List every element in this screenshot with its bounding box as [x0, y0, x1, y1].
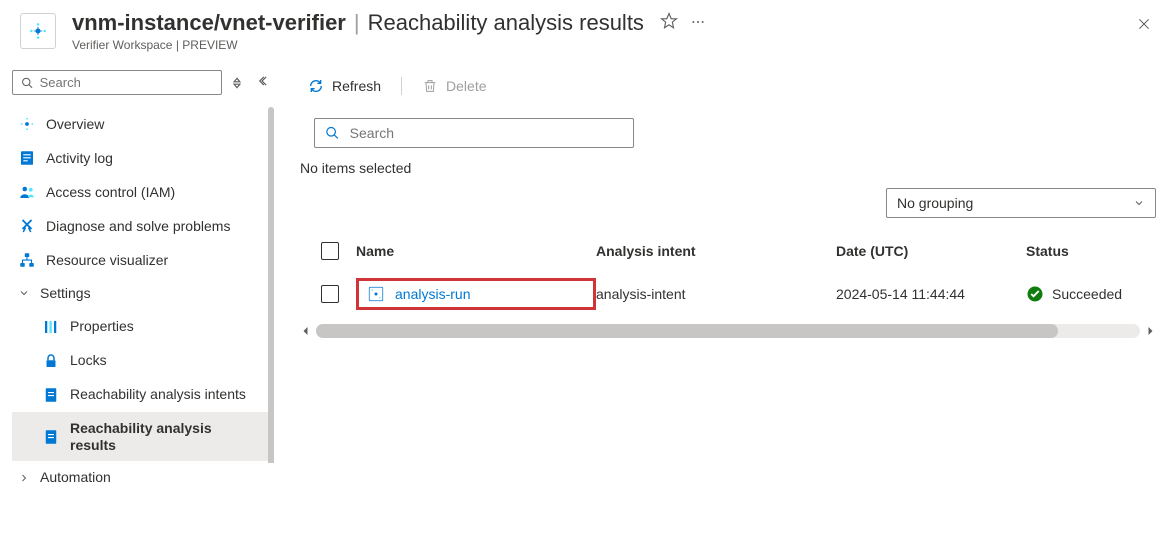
- scroll-right-icon[interactable]: [1144, 325, 1156, 337]
- col-header-intent[interactable]: Analysis intent: [596, 243, 836, 259]
- table-search-input[interactable]: [314, 118, 634, 148]
- lock-icon: [42, 352, 60, 370]
- delete-icon: [422, 78, 438, 94]
- search-icon: [21, 76, 34, 90]
- analysis-run-link[interactable]: analysis-run: [395, 286, 470, 302]
- title-resource-path: vnm-instance/vnet-verifier: [72, 10, 346, 36]
- sidebar-item-label: Reachability analysis intents: [70, 386, 260, 403]
- toolbar-separator: [401, 77, 402, 95]
- search-icon: [325, 125, 340, 141]
- cell-date: 2024-05-14 11:44:44: [836, 286, 1026, 302]
- refresh-icon: [308, 78, 324, 94]
- diagnose-icon: [18, 217, 36, 235]
- more-actions-icon[interactable]: [690, 10, 706, 36]
- scrollbar-thumb[interactable]: [316, 324, 1058, 338]
- selection-status: No items selected: [300, 160, 1156, 176]
- page-subtitle: Verifier Workspace | PREVIEW: [72, 38, 1152, 52]
- results-icon: [42, 428, 60, 446]
- sidebar-group-settings[interactable]: Settings: [12, 277, 272, 310]
- close-blade-icon[interactable]: [1136, 16, 1152, 35]
- chevron-right-icon: [18, 472, 30, 484]
- reorder-icon[interactable]: [230, 74, 248, 92]
- sidebar-item-label: Settings: [40, 285, 260, 302]
- sidebar-item-label: Overview: [46, 116, 260, 133]
- sidebar-item-activity-log[interactable]: Activity log: [12, 141, 272, 175]
- cell-intent: analysis-intent: [596, 286, 836, 302]
- resource-visualizer-icon: [18, 251, 36, 269]
- refresh-label: Refresh: [332, 78, 381, 94]
- sidebar-item-label: Access control (IAM): [46, 184, 260, 201]
- sidebar-item-locks[interactable]: Locks: [12, 344, 272, 378]
- title-page-name: Reachability analysis results: [368, 10, 644, 36]
- cell-status: Succeeded: [1052, 286, 1122, 302]
- sidebar-item-resource-visualizer[interactable]: Resource visualizer: [12, 243, 272, 277]
- select-all-checkbox[interactable]: [321, 242, 339, 260]
- scroll-left-icon[interactable]: [300, 325, 312, 337]
- sidebar-item-reachability-results[interactable]: Reachability analysis results: [12, 412, 272, 462]
- sidebar-item-label: Properties: [70, 318, 260, 335]
- chevron-down-icon: [1133, 197, 1145, 209]
- analysis-run-icon: [367, 285, 385, 303]
- col-header-name[interactable]: Name: [356, 243, 596, 259]
- collapse-sidebar-icon[interactable]: [258, 74, 272, 91]
- sidebar-search-input[interactable]: [12, 70, 222, 95]
- col-header-date[interactable]: Date (UTC): [836, 243, 1026, 259]
- intents-icon: [42, 386, 60, 404]
- favorite-star-icon[interactable]: [660, 10, 678, 36]
- properties-icon: [42, 318, 60, 336]
- sidebar-item-label: Resource visualizer: [46, 252, 260, 269]
- sidebar-item-reachability-intents[interactable]: Reachability analysis intents: [12, 378, 272, 412]
- activity-log-icon: [18, 149, 36, 167]
- resource-type-icon: [20, 13, 56, 49]
- grouping-value: No grouping: [897, 195, 973, 211]
- table-row: analysis-run analysis-intent 2024-05-14 …: [300, 268, 1156, 320]
- sidebar-item-properties[interactable]: Properties: [12, 310, 272, 344]
- overview-icon: [18, 115, 36, 133]
- sidebar-item-label: Locks: [70, 352, 260, 369]
- sidebar-item-label: Reachability analysis results: [70, 420, 260, 454]
- sidebar-item-label: Activity log: [46, 150, 260, 167]
- sidebar-item-overview[interactable]: Overview: [12, 107, 272, 141]
- delete-button: Delete: [414, 74, 494, 98]
- sidebar-item-label: Diagnose and solve problems: [46, 218, 260, 235]
- col-header-status[interactable]: Status: [1026, 243, 1152, 259]
- grouping-select[interactable]: No grouping: [886, 188, 1156, 218]
- table-header: Name Analysis intent Date (UTC) Status: [300, 234, 1156, 268]
- iam-icon: [18, 183, 36, 201]
- row-checkbox[interactable]: [321, 285, 339, 303]
- sidebar-item-iam[interactable]: Access control (IAM): [12, 175, 272, 209]
- chevron-down-icon: [18, 287, 30, 299]
- sidebar-item-label: Automation: [40, 469, 260, 486]
- success-icon: [1026, 285, 1044, 303]
- page-title: vnm-instance/vnet-verifier | Reachabilit…: [72, 10, 1152, 36]
- highlighted-name-cell: analysis-run: [356, 278, 596, 310]
- refresh-button[interactable]: Refresh: [300, 74, 389, 98]
- delete-label: Delete: [446, 78, 486, 94]
- sidebar-item-diagnose[interactable]: Diagnose and solve problems: [12, 209, 272, 243]
- horizontal-scrollbar[interactable]: [300, 324, 1156, 338]
- sidebar-group-automation[interactable]: Automation: [12, 461, 272, 494]
